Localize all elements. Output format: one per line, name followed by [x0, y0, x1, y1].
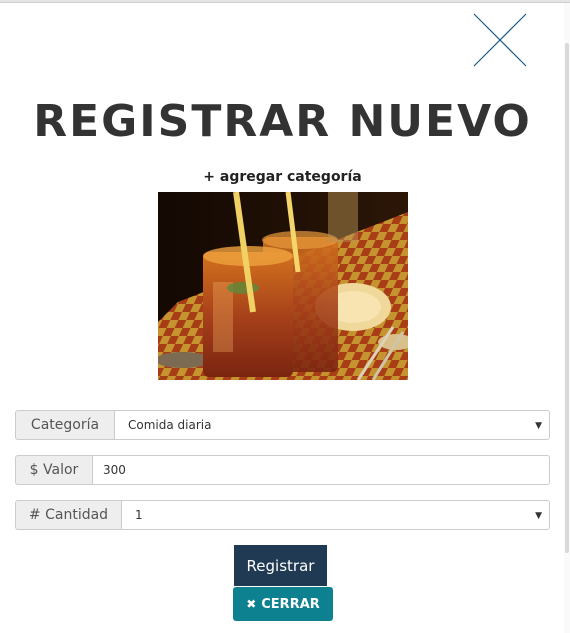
category-input-group: Categoría Comida diaria ▼ [15, 410, 550, 440]
modal-title: REGISTRAR NUEVO [33, 96, 532, 147]
value-input[interactable]: 300 [92, 455, 550, 485]
scrollbar-thumb[interactable] [565, 43, 569, 553]
add-category-link[interactable]: + agregar categoría [0, 169, 565, 185]
category-select-value: Comida diaria [128, 418, 212, 432]
caret-down-icon: ▼ [535, 511, 542, 521]
value-input-text: 300 [103, 463, 126, 477]
caret-down-icon: ▼ [535, 421, 542, 431]
window-top-border [0, 0, 570, 3]
value-label: $ Valor [15, 455, 92, 485]
category-label: Categoría [15, 410, 114, 440]
value-input-group: $ Valor 300 [15, 455, 550, 485]
close-button[interactable]: ✖ CERRAR [233, 587, 333, 621]
quantity-input-group: # Cantidad 1 ▼ [15, 500, 550, 530]
category-image [158, 192, 408, 380]
category-select[interactable]: Comida diaria ▼ [114, 410, 550, 440]
register-button[interactable]: Registrar [234, 545, 327, 586]
quantity-select-value: 1 [135, 508, 143, 522]
close-modal-x-icon[interactable] [472, 12, 528, 68]
times-icon: ✖ [246, 597, 257, 611]
quantity-select[interactable]: 1 ▼ [121, 500, 550, 530]
quantity-label: # Cantidad [15, 500, 121, 530]
close-button-label: CERRAR [261, 596, 320, 612]
